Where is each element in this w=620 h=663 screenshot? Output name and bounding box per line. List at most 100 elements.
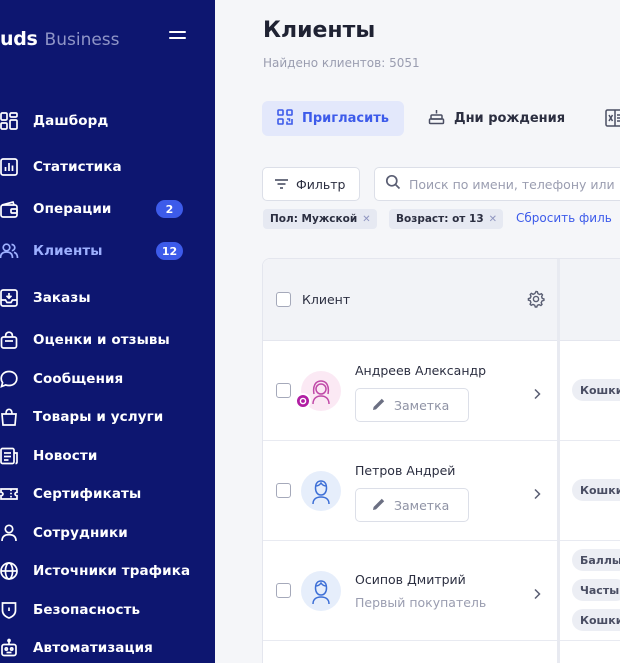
gear-icon[interactable]	[527, 290, 545, 308]
filter-button[interactable]: Фильтр	[262, 167, 360, 201]
sidebar-item-label: Заказы	[33, 290, 91, 306]
shield-icon	[0, 600, 19, 620]
chevron-right-icon[interactable]	[532, 485, 542, 500]
client-name[interactable]: Петров Андрей	[355, 463, 455, 478]
logo[interactable]: uds Business	[0, 28, 120, 52]
sidebar-item-label: Сотрудники	[33, 525, 128, 541]
avatar	[301, 571, 341, 611]
client-tag: Часты	[572, 579, 620, 601]
qr-code-icon	[277, 108, 293, 129]
sidebar-item-label: Сертификаты	[33, 486, 142, 502]
client-tag: Кошки	[572, 479, 620, 501]
news-icon	[0, 446, 19, 466]
client-tag: Баллы	[572, 549, 620, 571]
chat-icon	[0, 369, 19, 389]
filter-icon	[274, 175, 289, 194]
sidebar-item-automation[interactable]: Автоматизация	[0, 633, 215, 663]
client-status: Первый покупатель	[355, 595, 487, 610]
sidebar-item-label: Статистика	[33, 159, 122, 175]
avatar	[301, 471, 341, 511]
sidebar-item-label: Дашборд	[33, 113, 109, 129]
birthdays-button-label: Дни рождения	[454, 111, 566, 126]
search-icon	[385, 174, 401, 194]
globe-icon	[0, 561, 19, 581]
filter-chip-age[interactable]: Возраст: от 13 ✕	[389, 209, 504, 229]
remove-chip-icon[interactable]: ✕	[489, 214, 497, 225]
filter-chip-label: Пол: Мужской	[270, 213, 358, 225]
sidebar-item-products[interactable]: Товары и услуги	[0, 402, 215, 432]
shopping-bag-icon	[0, 407, 19, 427]
sidebar-item-orders[interactable]: Заказы	[0, 283, 215, 313]
sidebar-item-traffic-sources[interactable]: Источники трафика	[0, 556, 215, 586]
ticket-icon	[0, 484, 19, 504]
robot-icon	[0, 638, 19, 658]
client-name[interactable]: Осипов Дмитрий	[355, 572, 466, 587]
client-name[interactable]: Андреев Александр	[355, 363, 486, 378]
note-button[interactable]: Заметка	[355, 488, 469, 522]
sidebar-item-label: Операции	[33, 201, 112, 217]
birthdays-button[interactable]: Дни рождения	[428, 101, 565, 136]
sidebar-item-reviews[interactable]: Оценки и отзывы	[0, 325, 215, 355]
wallet-icon	[0, 199, 19, 219]
sidebar-item-certificates[interactable]: Сертификаты	[0, 479, 215, 509]
invite-button[interactable]: Пригласить	[262, 101, 404, 136]
sidebar-item-label: Безопасность	[33, 602, 141, 618]
sidebar-item-operations[interactable]: Операции 2	[0, 194, 215, 224]
note-button-label: Заметка	[394, 497, 450, 513]
avatar	[295, 371, 341, 411]
page-title: Клиенты	[263, 18, 376, 43]
pencil-icon	[372, 496, 386, 515]
table-row[interactable]: Андреев Александр Заметка Кошки	[263, 341, 620, 441]
sidebar-item-label: Новости	[33, 448, 98, 464]
remove-chip-icon[interactable]: ✕	[362, 214, 370, 225]
logo-main: uds	[0, 28, 38, 50]
client-tag: Кошки	[572, 379, 620, 401]
sidebar-item-label: Клиенты	[33, 243, 103, 259]
select-all-checkbox[interactable]	[276, 292, 291, 307]
note-button[interactable]: Заметка	[355, 388, 469, 422]
sidebar: uds Business Дашборд Статистика Операции…	[0, 0, 215, 663]
cake-icon	[428, 108, 445, 129]
pencil-icon	[372, 396, 386, 415]
sidebar-item-employees[interactable]: Сотрудники	[0, 518, 215, 548]
chevron-right-icon[interactable]	[532, 585, 542, 600]
main-content: Клиенты Найдено клиентов: 5051 Пригласит…	[215, 0, 620, 663]
filter-chip-label: Возраст: от 13	[396, 213, 484, 225]
sidebar-item-news[interactable]: Новости	[0, 441, 215, 471]
sidebar-item-label: Сообщения	[33, 371, 124, 387]
row-checkbox[interactable]	[276, 383, 291, 398]
inbox-icon	[0, 288, 19, 308]
column-header-client: Клиент	[302, 292, 351, 307]
client-tag: Кошки	[572, 609, 620, 631]
sidebar-item-label: Автоматизация	[33, 640, 153, 656]
row-checkbox[interactable]	[276, 483, 291, 498]
chevron-right-icon[interactable]	[532, 385, 542, 400]
users-icon	[0, 241, 19, 261]
clients-found-count: Найдено клиентов: 5051	[263, 56, 420, 70]
clients-count-badge: 12	[156, 242, 183, 260]
excel-export-icon[interactable]	[605, 109, 620, 127]
logo-sub: Business	[44, 30, 120, 50]
sidebar-item-dashboard[interactable]: Дашборд	[0, 106, 215, 136]
invite-button-label: Пригласить	[302, 111, 389, 126]
search-input[interactable]	[409, 176, 620, 192]
status-badge-icon	[295, 393, 311, 409]
sidebar-item-messages[interactable]: Сообщения	[0, 364, 215, 394]
sidebar-item-clients[interactable]: Клиенты 12	[0, 236, 215, 266]
dashboard-icon	[0, 111, 19, 131]
reset-filters-link[interactable]: Сбросить филь	[516, 211, 612, 225]
filter-chip-gender[interactable]: Пол: Мужской ✕	[263, 209, 377, 229]
sidebar-item-label: Товары и услуги	[33, 409, 164, 425]
person-icon	[0, 523, 19, 543]
sidebar-item-security[interactable]: Безопасность	[0, 595, 215, 625]
bag-icon	[0, 330, 19, 350]
menu-toggle-icon[interactable]	[169, 31, 186, 45]
chart-icon	[0, 157, 19, 177]
row-checkbox[interactable]	[276, 583, 291, 598]
sidebar-item-label: Оценки и отзывы	[33, 332, 170, 348]
sidebar-item-statistics[interactable]: Статистика	[0, 152, 215, 182]
sidebar-item-label: Источники трафика	[33, 563, 191, 579]
table-row[interactable]: Осипов Дмитрий Первый покупатель Баллы Ч…	[263, 541, 620, 641]
table-row[interactable]: Петров Андрей Заметка Кошки	[263, 441, 620, 541]
table-header: Клиент	[263, 259, 620, 341]
